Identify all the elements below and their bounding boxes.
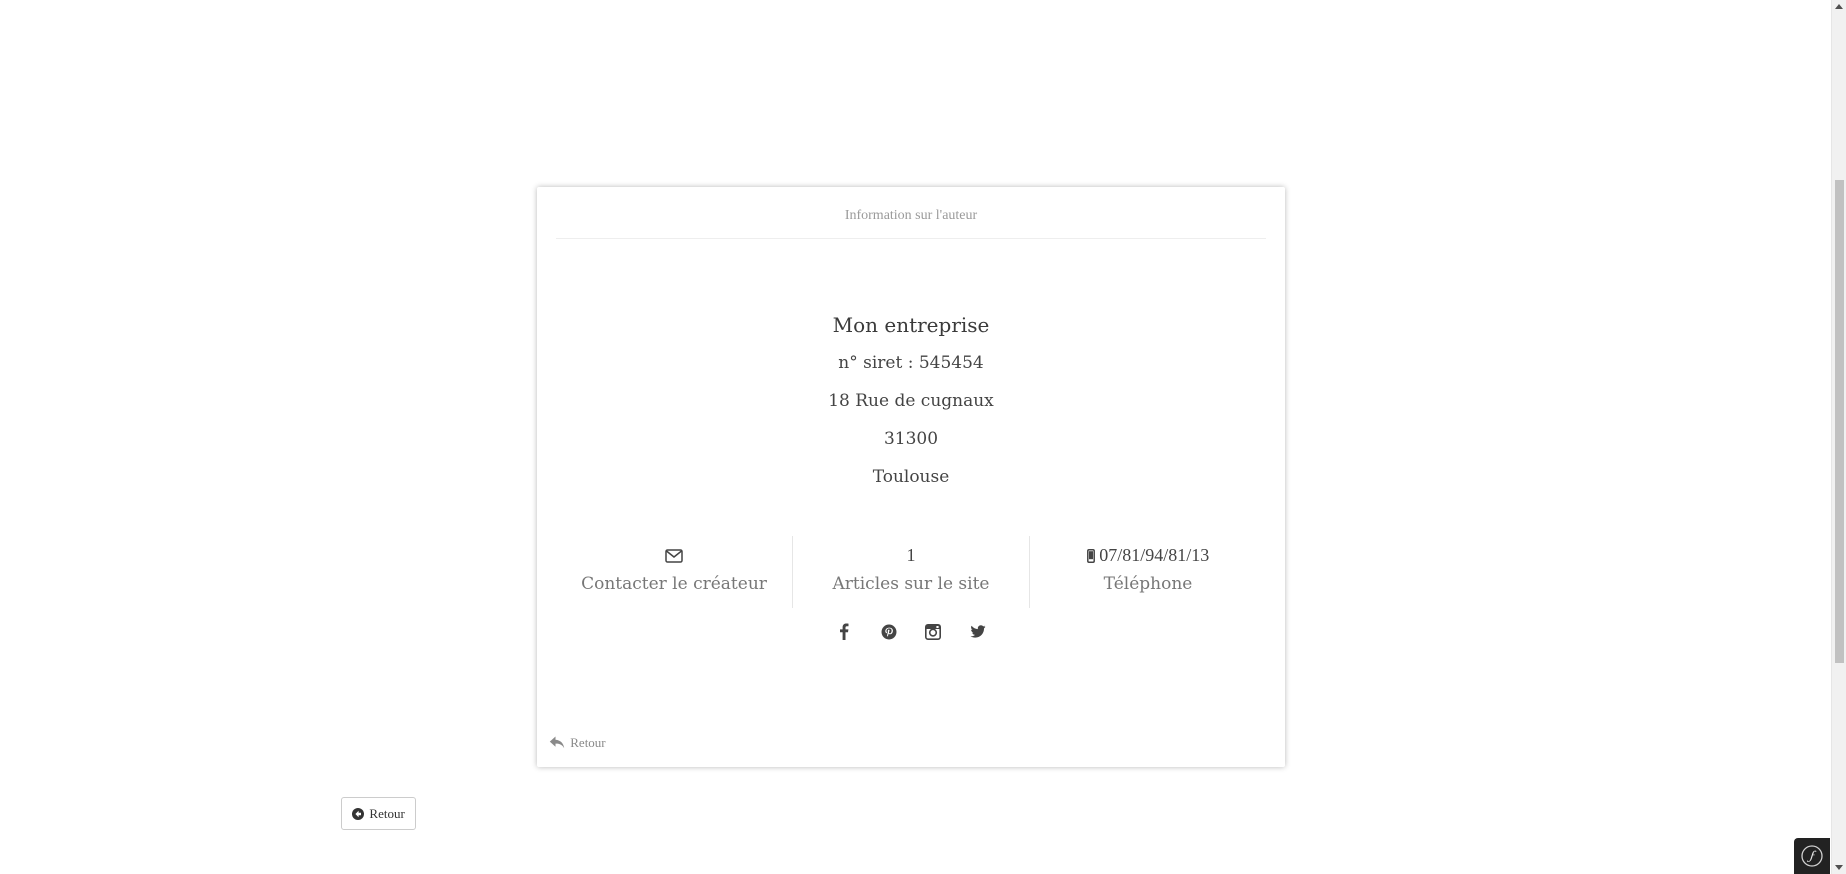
stat-contact[interactable]: Contacter le créateur <box>556 536 793 608</box>
reply-icon <box>549 735 570 750</box>
stat-phone: 07/81/94/81/13 Téléphone <box>1030 536 1266 608</box>
company-city: Toulouse <box>872 467 950 487</box>
company-postal-code: 31300 <box>883 429 939 449</box>
phone-number: 07/81/94/81/13 <box>1099 545 1210 565</box>
stat-articles: 1 Articles sur le site <box>793 536 1030 608</box>
stat-articles-value: 1 <box>906 545 916 565</box>
card-back-label: Retour <box>570 735 606 750</box>
stat-articles-label: Articles sur le site <box>832 574 990 594</box>
social-links <box>537 620 1285 644</box>
scroll-up-arrow[interactable] <box>1835 4 1843 9</box>
scroll-thumb[interactable] <box>1835 180 1844 663</box>
symfony-toolbar-toggle[interactable] <box>1794 838 1830 874</box>
page-scrollbar[interactable] <box>1831 0 1846 874</box>
page: Information sur l'auteur Mon entreprise … <box>0 0 1846 874</box>
twitter-icon[interactable] <box>958 620 998 644</box>
company-siret: n° siret : 545454 <box>838 353 984 373</box>
company-info: Mon entreprise n° siret : 545454 18 Rue … <box>537 307 1285 496</box>
author-info-card: Information sur l'auteur Mon entreprise … <box>537 187 1285 767</box>
card-header: Information sur l'auteur <box>556 187 1266 239</box>
author-stats: Contacter le créateur 1 Articles sur le … <box>556 536 1266 608</box>
facebook-icon[interactable] <box>824 620 864 644</box>
stat-phone-label: Téléphone <box>1103 574 1193 594</box>
company-address: 18 Rue de cugnaux <box>828 391 994 411</box>
company-name: Mon entreprise <box>832 313 990 337</box>
instagram-icon[interactable] <box>913 620 953 644</box>
envelope-icon[interactable] <box>665 545 683 565</box>
arrow-circle-left-icon <box>352 806 369 821</box>
stat-contact-label: Contacter le créateur <box>581 574 767 594</box>
back-button[interactable]: Retour <box>341 797 416 830</box>
pinterest-icon[interactable] <box>869 620 909 644</box>
card-back-link[interactable]: Retour <box>549 735 606 751</box>
mobile-phone-icon <box>1086 545 1100 565</box>
scroll-down-arrow[interactable] <box>1835 865 1843 870</box>
back-button-label: Retour <box>369 806 405 821</box>
